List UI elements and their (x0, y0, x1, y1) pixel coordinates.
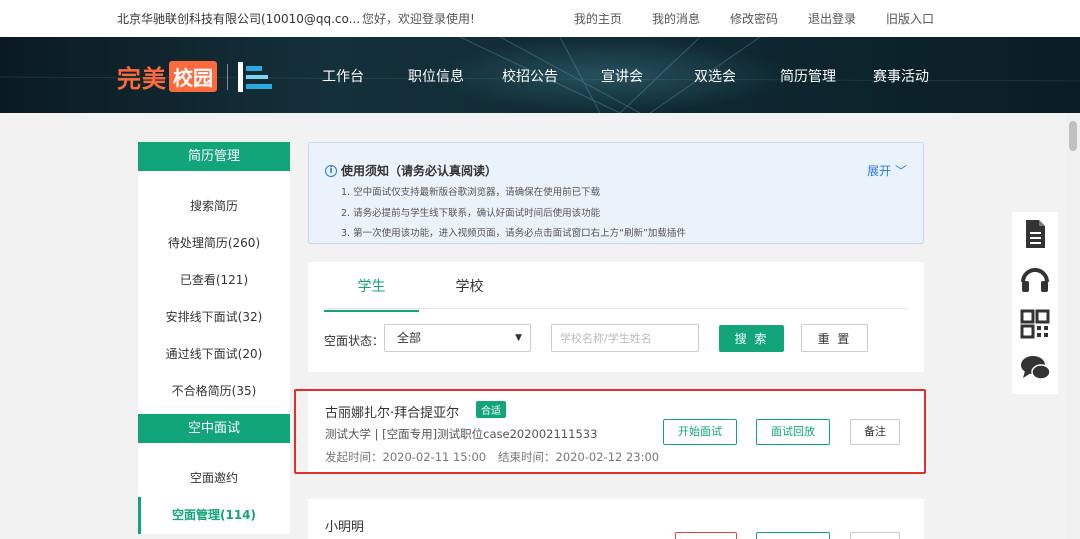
brand-mark-icon (238, 61, 272, 92)
scrollbar-thumb[interactable] (1069, 121, 1077, 151)
sidebar-air-interview-group: 空中面试 空面邀约 空面管理(114) (138, 414, 290, 534)
link-old-version[interactable]: 旧版入口 (886, 10, 934, 27)
info-icon: i (325, 164, 337, 177)
notice-line-1: 1. 空中面试仅支持最新版谷歌浏览器，请确保在使用前已下载 (341, 187, 601, 198)
sidebar-item-offline-interview[interactable]: 安排线下面试(32) (138, 299, 290, 336)
sidebar-item-air-management[interactable]: 空面管理(114) (138, 497, 290, 534)
floating-toolbar (1012, 212, 1058, 394)
logo-word-2: 校园 (169, 61, 217, 92)
top-links: 我的主页 我的消息 修改密码 退出登录 旧版入口 (574, 10, 934, 27)
notice-title: 使用须知（请务必认真阅读） (341, 164, 498, 178)
notice-expand-button[interactable]: 展开 ﹀ (867, 162, 907, 179)
link-my-messages[interactable]: 我的消息 (652, 10, 700, 27)
sidebar-resume-heading[interactable]: 简历管理 (138, 142, 290, 171)
link-logout[interactable]: 退出登录 (808, 10, 856, 27)
chevron-down-icon: ﹀ (894, 164, 907, 178)
chat-icon[interactable] (1019, 352, 1051, 384)
status-filter-label: 空面状态： (324, 334, 385, 348)
filter-card: 学生 学校 空面状态： 全部 ▼ 搜 索 重 置 (308, 262, 924, 372)
sidebar-item-pending-resumes[interactable]: 待处理简历(260) (138, 225, 290, 262)
link-change-password[interactable]: 修改密码 (730, 10, 778, 27)
nav-seminars[interactable]: 宣讲会 (601, 66, 643, 86)
search-button[interactable]: 搜 索 (719, 325, 784, 352)
company-name: 北京华驰联创科技有限公司(10010@qq.co... (117, 12, 361, 26)
record-action-button[interactable] (756, 532, 830, 539)
nav-job-fairs[interactable]: 双选会 (694, 66, 736, 86)
status-select[interactable]: 全部 ▼ (384, 324, 531, 352)
sidebar-item-search-resumes[interactable]: 搜索简历 (138, 188, 290, 225)
nav-resume-management[interactable]: 简历管理 (780, 66, 836, 86)
interview-record: 小明明 (308, 499, 924, 539)
qr-code-icon[interactable] (1019, 308, 1051, 340)
search-input[interactable] (551, 324, 699, 352)
notice-line-3: 3. 第一次使用该功能，进入视频页面，请务必点击面试窗口右上方“刷新”加载插件 (341, 228, 686, 239)
page-scrollbar[interactable] (1066, 113, 1080, 539)
top-bar: 北京华驰联创科技有限公司(10010@qq.co... 您好，欢迎登录使用! 我… (0, 0, 1080, 37)
record-action-button[interactable] (675, 532, 737, 539)
logo-word-1: 完美 (117, 65, 167, 93)
logo-separator (227, 63, 228, 90)
caret-down-icon: ▼ (515, 333, 522, 343)
site-logo[interactable]: 完美 校园 (117, 59, 272, 94)
usage-notice: i 使用须知（请务必认真阅读） 展开 ﹀ 1. 空中面试仅支持最新版谷歌浏览器，… (308, 142, 924, 244)
tab-divider (324, 308, 908, 309)
highlight-box (294, 389, 926, 474)
sidebar-item-unqualified[interactable]: 不合格简历(35) (138, 373, 290, 410)
welcome-text: 您好，欢迎登录使用! (362, 12, 475, 26)
candidate-name[interactable]: 小明明 (325, 516, 364, 535)
nav-job-info[interactable]: 职位信息 (408, 66, 464, 86)
tab-students[interactable]: 学生 (324, 276, 419, 312)
sidebar-item-passed-interview[interactable]: 通过线下面试(20) (138, 336, 290, 373)
tab-schools[interactable]: 学校 (422, 276, 517, 310)
sidebar-air-interview-heading[interactable]: 空中面试 (138, 414, 290, 443)
notice-line-2: 2. 请务必提前与学生线下联系，确认好面试时间后使用该功能 (341, 208, 601, 219)
main-header: 完美 校园 工作台 职位信息 校招公告 宣讲会 双选会 简历管理 赛事活动 (0, 37, 1080, 113)
sidebar-item-air-invitation[interactable]: 空面邀约 (138, 460, 290, 497)
nav-competitions[interactable]: 赛事活动 (873, 66, 929, 86)
nav-campus-announcements[interactable]: 校招公告 (502, 66, 558, 86)
sidebar-item-viewed[interactable]: 已查看(121) (138, 262, 290, 299)
reset-button[interactable]: 重 置 (801, 324, 868, 352)
record-action-button[interactable] (850, 532, 900, 539)
nav-workbench[interactable]: 工作台 (322, 66, 364, 86)
link-my-home[interactable]: 我的主页 (574, 10, 622, 27)
document-icon[interactable] (1019, 218, 1051, 250)
sidebar-resume-group: 简历管理 搜索简历 待处理简历(260) 已查看(121) 安排线下面试(32)… (138, 142, 290, 420)
headset-icon[interactable] (1019, 264, 1051, 296)
